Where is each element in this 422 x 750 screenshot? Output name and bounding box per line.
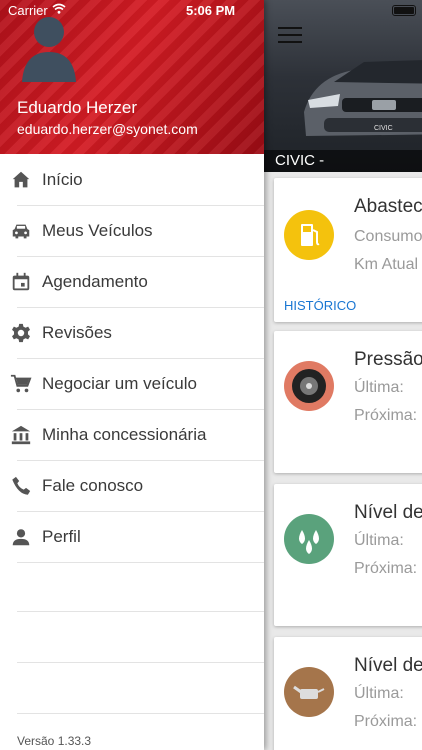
water-drops-icon xyxy=(284,514,334,564)
menu-item-label: Minha concessionária xyxy=(42,425,207,444)
menu-item-label: Negociar um veículo xyxy=(42,374,197,393)
card-line: Última: xyxy=(354,379,404,396)
oil-level-card[interactable]: Nível de Última: Próxima: xyxy=(274,637,422,750)
fuel-card[interactable]: Abasteci Consumo Km Atual HISTÓRICO xyxy=(274,178,422,322)
menu-item-label: Agendamento xyxy=(42,272,148,291)
card-title: Nível de xyxy=(354,655,422,676)
menu-item-label: Meus Veículos xyxy=(42,221,153,240)
phone-icon xyxy=(12,476,31,495)
battery-icon xyxy=(392,5,416,16)
car-icon xyxy=(12,224,30,239)
home-icon xyxy=(12,171,30,188)
navigation-drawer: Eduardo Herzer eduardo.herzer@syonet.com… xyxy=(0,0,264,750)
status-bar: Carrier 5:06 PM xyxy=(0,0,422,22)
divider xyxy=(17,713,264,714)
car-photo: CIVIC xyxy=(304,60,422,136)
history-link[interactable]: HISTÓRICO xyxy=(284,298,356,313)
menu-item-inicio[interactable]: Início xyxy=(0,155,264,206)
carrier-label: Carrier xyxy=(8,3,48,18)
user-email: eduardo.herzer@syonet.com xyxy=(17,121,198,137)
fluid-level-card[interactable]: Nível de Última: Próxima: xyxy=(274,484,422,626)
vehicle-caption: CIVIC - xyxy=(264,150,422,172)
menu-item-fale-conosco[interactable]: Fale conosco xyxy=(0,461,264,512)
svg-text:CIVIC: CIVIC xyxy=(374,125,393,132)
menu-hamburger-icon[interactable] xyxy=(278,27,302,43)
menu-item-meus-veiculos[interactable]: Meus Veículos xyxy=(0,206,264,257)
card-title: Nível de xyxy=(354,502,422,523)
calendar-icon xyxy=(12,272,30,291)
drawer-menu: Início Meus Veículos Agendamento Revisõe… xyxy=(0,155,264,563)
menu-item-perfil[interactable]: Perfil xyxy=(0,512,264,563)
card-line: Próxima: xyxy=(354,407,418,424)
card-title: Pressão xyxy=(354,349,422,370)
menu-item-label: Fale conosco xyxy=(42,476,144,495)
card-line: Última: xyxy=(354,685,404,702)
cart-icon xyxy=(10,374,32,393)
app-version: Versão 1.33.3 xyxy=(17,734,92,748)
gear-icon xyxy=(12,323,30,343)
tire-pressure-card[interactable]: Pressão Última: Próxima: xyxy=(274,331,422,473)
menu-item-minha-concessionaria[interactable]: Minha concessionária xyxy=(0,410,264,461)
fuel-pump-icon xyxy=(284,210,334,260)
vehicle-hero-image[interactable]: CIVIC CIVIC - xyxy=(264,0,422,172)
menu-item-negociar-veiculo[interactable]: Negociar um veículo xyxy=(0,359,264,410)
user-name: Eduardo Herzer xyxy=(17,98,138,117)
oil-can-icon xyxy=(284,667,334,717)
menu-item-agendamento[interactable]: Agendamento xyxy=(0,257,264,308)
person-icon xyxy=(12,529,30,546)
card-line: Próxima: xyxy=(354,713,418,730)
menu-item-label: Perfil xyxy=(42,527,81,546)
drawer-header: Eduardo Herzer eduardo.herzer@syonet.com xyxy=(0,0,264,154)
card-line: Km Atual xyxy=(354,256,419,273)
clock: 5:06 PM xyxy=(186,3,236,18)
card-line: Próxima: xyxy=(354,560,418,577)
card-title: Abasteci xyxy=(354,196,422,217)
menu-item-revisoes[interactable]: Revisões xyxy=(0,308,264,359)
tire-icon xyxy=(284,361,334,411)
card-line: Consumo xyxy=(354,228,422,245)
divider xyxy=(17,662,264,663)
menu-item-label: Revisões xyxy=(42,323,112,342)
card-line: Última: xyxy=(354,532,404,549)
bank-icon xyxy=(11,425,31,445)
menu-item-label: Início xyxy=(42,170,83,189)
wifi-icon xyxy=(52,3,66,14)
divider xyxy=(17,611,264,612)
